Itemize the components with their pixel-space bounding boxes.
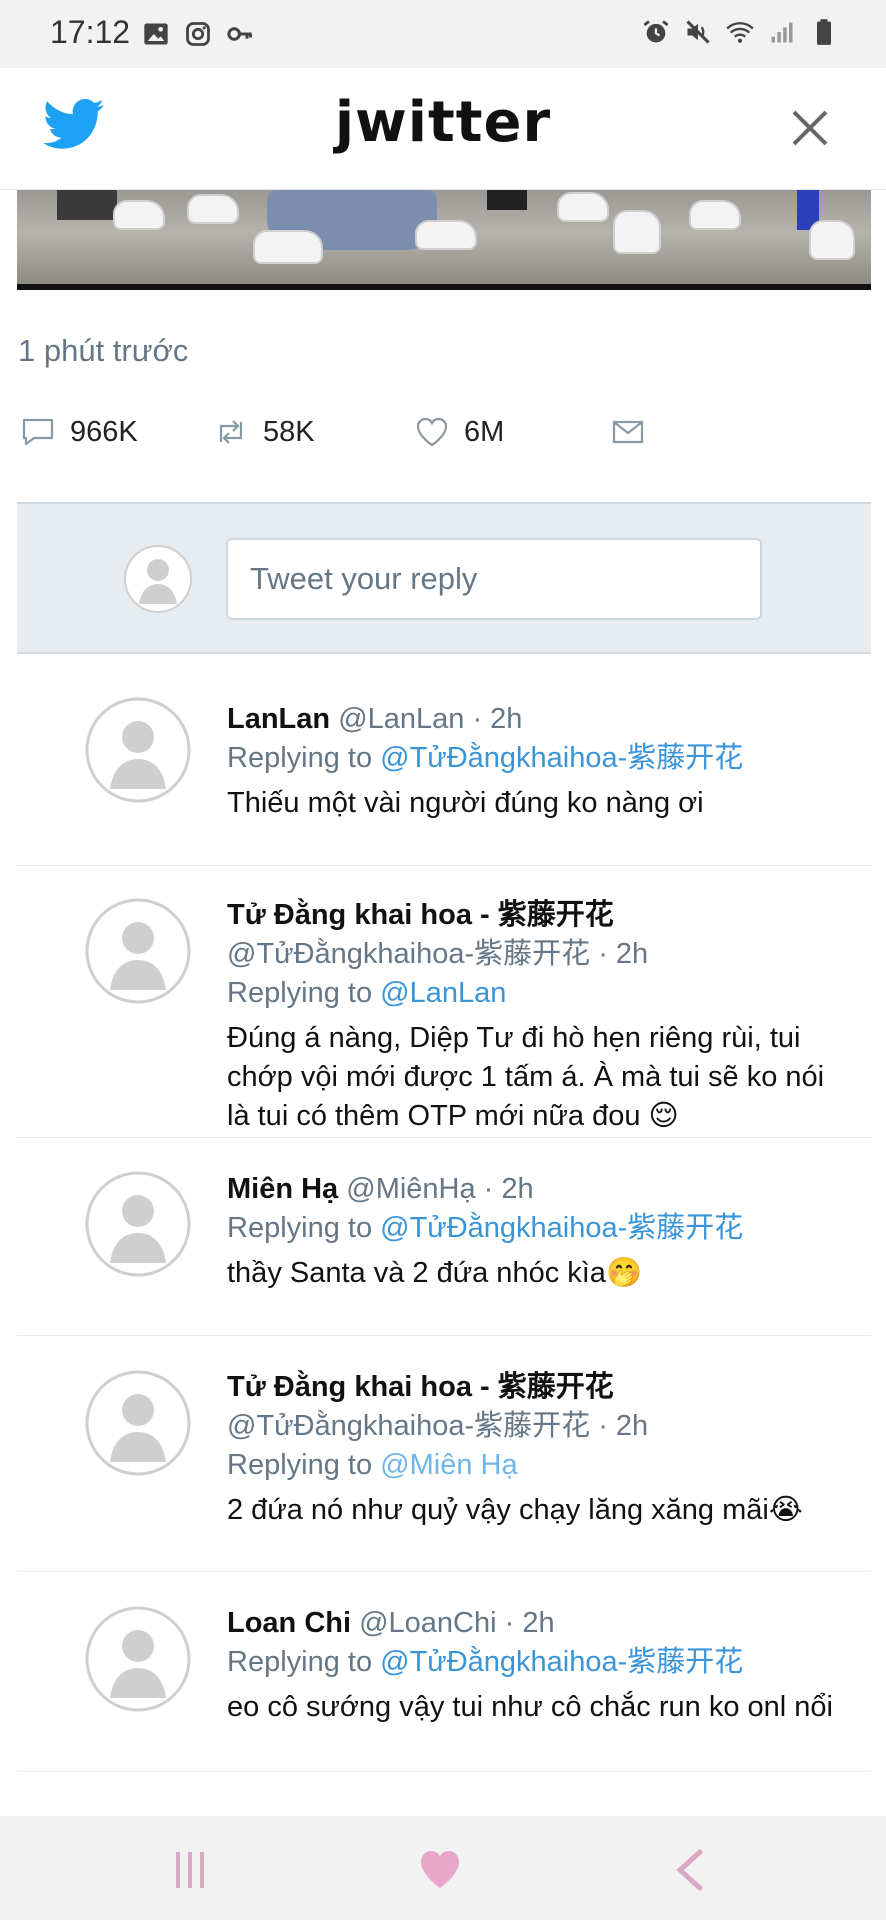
instagram-icon — [186, 22, 210, 46]
reply-author-name[interactable]: Tử Đằng khai hoa - 紫藤开花 — [227, 896, 871, 935]
tweet-actions: 966K 58K 6M — [20, 414, 880, 458]
reply-input[interactable] — [226, 538, 762, 620]
replying-to-label: Replying to — [227, 1646, 373, 1678]
alarm-icon — [643, 20, 669, 43]
list-item[interactable]: Miên Hạ @MiênHạ · 2h Replying to @TửĐằng… — [17, 1138, 871, 1336]
replying-to-mention[interactable]: @TửĐằngkhaihoa-紫藤开花 — [380, 1212, 743, 1244]
replying-to-label: Replying to — [227, 977, 373, 1009]
reply-author-name[interactable]: Tử Đằng khai hoa - 紫藤开花 — [227, 1368, 871, 1407]
signal-icon — [771, 22, 793, 43]
replying-to-mention[interactable]: @TửĐằngkhaihoa-紫藤开花 — [380, 742, 743, 774]
status-left-icons — [142, 20, 254, 48]
list-item[interactable]: Tử Đằng khai hoa - 紫藤开花 @TửĐằngkhaihoa-紫… — [17, 866, 871, 1138]
reply-author-handle: @LanLan · 2h — [338, 703, 523, 735]
reply-author-handle: @MiênHạ · 2h — [346, 1173, 534, 1205]
list-item[interactable]: Tử Đằng khai hoa - 紫藤开花 @TửĐằngkhaihoa-紫… — [17, 1336, 871, 1572]
status-bar: 17:12 — [0, 0, 886, 68]
heart-icon — [416, 417, 448, 447]
like-count: 6M — [464, 415, 505, 448]
reply-author-handle: @LoanChi · 2h — [359, 1607, 555, 1639]
reply-author-name[interactable]: Loan Chi — [227, 1607, 351, 1639]
key-icon — [227, 27, 253, 41]
reply-text: eo cô sướng vậy tui như cô chắc run ko o… — [227, 1691, 833, 1723]
replying-to-mention[interactable]: @Miên Hạ — [380, 1449, 517, 1481]
retweet-count: 58K — [263, 415, 315, 448]
avatar — [85, 1606, 191, 1712]
battery-icon — [817, 19, 831, 45]
replying-to-mention[interactable]: @TửĐằngkhaihoa-紫藤开花 — [380, 1646, 743, 1678]
recent-apps-icon[interactable] — [170, 1848, 214, 1892]
avatar — [85, 697, 191, 803]
tweet-image[interactable] — [17, 190, 871, 290]
message-button[interactable] — [610, 414, 646, 450]
avatar — [85, 898, 191, 1004]
app-header: jwitter — [0, 68, 886, 190]
replying-to-label: Replying to — [227, 1449, 373, 1481]
reply-author-name[interactable]: LanLan — [227, 703, 330, 735]
reply-text: 2 đứa nó như quỷ vậy chạy lăng xăng mãi😭 — [227, 1494, 803, 1526]
close-icon[interactable] — [788, 106, 832, 150]
like-button[interactable]: 6M — [414, 414, 504, 450]
comment-icon — [22, 418, 54, 446]
status-right-icons — [642, 18, 838, 46]
mail-icon — [612, 420, 644, 444]
replying-to-mention[interactable]: @LanLan — [380, 977, 506, 1009]
tweet-timestamp: 1 phút trước — [18, 333, 189, 368]
reply-author-handle: @TửĐằngkhaihoa-紫藤开花 · 2h — [227, 938, 649, 970]
avatar — [85, 1171, 191, 1277]
comment-button[interactable]: 966K — [20, 414, 138, 450]
mute-icon — [686, 20, 710, 44]
retweet-icon — [219, 420, 243, 444]
avatar — [124, 545, 192, 613]
reply-author-handle: @TửĐằngkhaihoa-紫藤开花 · 2h — [227, 1410, 649, 1442]
reply-text: Đúng á nàng, Diệp Tư đi hò hẹn riêng rùi… — [227, 1022, 825, 1132]
wifi-icon — [726, 22, 754, 43]
reply-author-name[interactable]: Miên Hạ — [227, 1173, 338, 1205]
reply-compose-area — [17, 502, 871, 654]
image-icon — [144, 23, 168, 45]
list-item[interactable]: LanLan @LanLan · 2h Replying to @TửĐằngk… — [17, 655, 871, 866]
replying-to-label: Replying to — [227, 1212, 373, 1244]
avatar — [85, 1370, 191, 1476]
status-time: 17:12 — [50, 14, 131, 50]
reply-text: thầy Santa và 2 đứa nhóc kìa🤭 — [227, 1257, 643, 1289]
retweet-button[interactable]: 58K — [213, 414, 315, 450]
back-icon[interactable] — [668, 1846, 712, 1894]
app-logo: jwitter — [334, 90, 552, 155]
list-item[interactable]: Loan Chi @LoanChi · 2h Replying to @TửĐằ… — [17, 1572, 871, 1772]
system-nav-bar — [0, 1816, 886, 1920]
reply-text: Thiếu một vài người đúng ko nàng ơi — [227, 787, 704, 819]
home-heart-icon[interactable] — [415, 1844, 465, 1894]
replying-to-label: Replying to — [227, 742, 373, 774]
comment-count: 966K — [70, 415, 138, 448]
